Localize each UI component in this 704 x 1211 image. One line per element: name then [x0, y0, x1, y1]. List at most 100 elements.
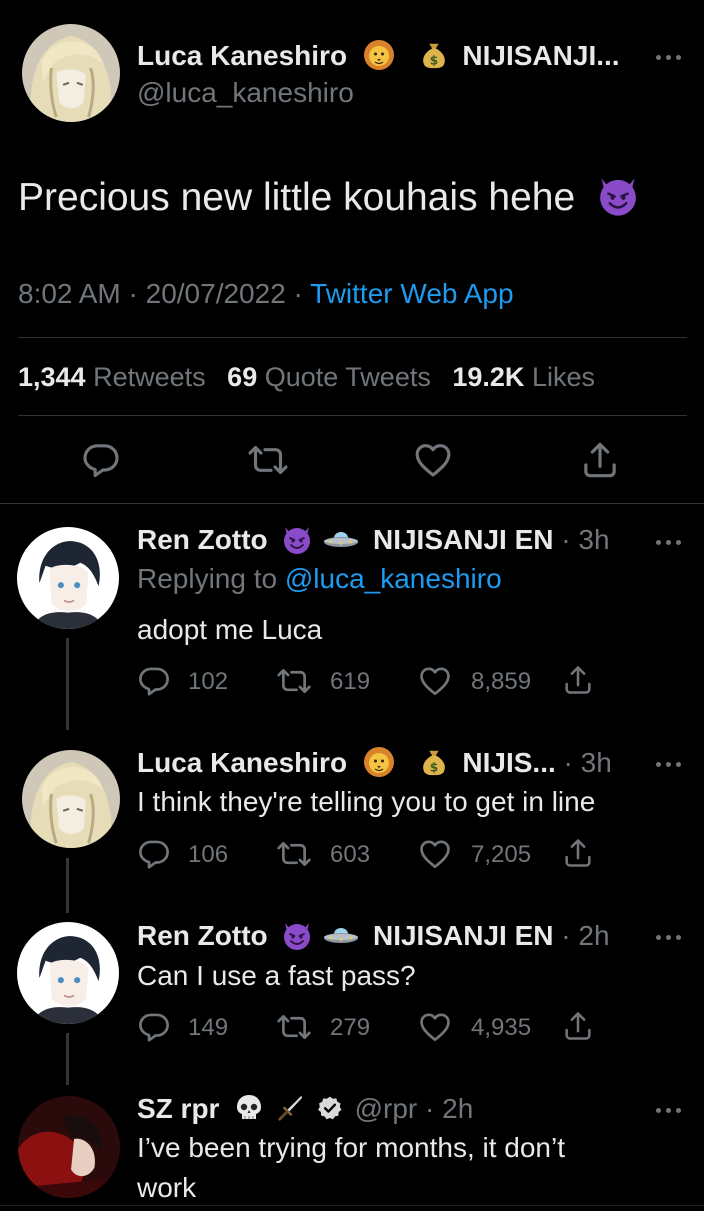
tweet-text: Precious new little kouhais hehe	[18, 176, 640, 220]
heart-icon[interactable]	[418, 664, 452, 698]
lion-emoji-icon	[363, 746, 395, 778]
heart-icon[interactable]	[418, 837, 452, 871]
author-name[interactable]: SZ rpr	[137, 1093, 219, 1124]
reply-count: 102	[188, 668, 229, 695]
lion-emoji-icon	[363, 39, 395, 71]
ren-avatar-image	[17, 922, 119, 1024]
retweets-stat[interactable]: 1,344 Retweets	[18, 362, 206, 392]
author-handle[interactable]: @rpr	[355, 1093, 418, 1124]
likes-count: 19.2K	[452, 362, 525, 392]
likes-stat[interactable]: 19.2K Likes	[452, 362, 595, 392]
tweet-stats: 1,344 Retweets 69 Quote Tweets 19.2K Lik…	[18, 362, 595, 393]
author-affiliation: NIJISANJI...	[462, 40, 620, 71]
dagger-emoji-icon	[275, 1093, 305, 1123]
author-name[interactable]: Luca Kaneshiro	[137, 40, 347, 71]
reply-icon[interactable]	[81, 440, 121, 480]
thread-line	[66, 1033, 69, 1085]
like-count: 7,205	[471, 841, 532, 868]
quotes-count: 69	[227, 362, 258, 392]
divider	[18, 337, 687, 338]
avatar[interactable]	[22, 750, 120, 848]
author-name[interactable]: Ren Zotto	[137, 920, 268, 951]
luca-avatar-image	[22, 750, 120, 848]
sz-avatar-image	[18, 1096, 120, 1198]
quotes-stat[interactable]: 69 Quote Tweets	[227, 362, 431, 392]
share-icon[interactable]	[562, 664, 594, 696]
more-icon[interactable]	[656, 932, 686, 942]
thread-line	[66, 638, 69, 730]
skull-emoji-icon	[233, 1092, 265, 1124]
author-handle[interactable]: @luca_kaneshiro	[137, 77, 354, 109]
retweet-icon[interactable]	[277, 837, 311, 871]
author-name-row[interactable]: Luca Kaneshiro NIJISANJI...	[137, 40, 620, 72]
reply-count: 149	[188, 1014, 229, 1041]
tweet-date[interactable]: 20/07/2022	[146, 278, 286, 309]
reply-time[interactable]: 2h	[578, 920, 609, 951]
retweet-icon[interactable]	[277, 664, 311, 698]
money-bag-emoji-icon	[419, 39, 449, 71]
luca-avatar-image	[22, 24, 120, 122]
tweet-text-content: Precious new little kouhais hehe	[18, 176, 576, 219]
share-icon[interactable]	[562, 1010, 594, 1042]
reply-time[interactable]: 2h	[442, 1093, 473, 1124]
reply-header: Luca Kaneshiro NIJIS... · 3h	[137, 746, 612, 778]
author-affiliation: NIJIS...	[462, 747, 556, 778]
share-icon[interactable]	[580, 440, 620, 480]
retweet-count: 619	[330, 668, 371, 695]
smiling-devil-emoji-icon	[281, 523, 313, 555]
reply-time[interactable]: 3h	[581, 747, 612, 778]
retweet-count: 603	[330, 841, 371, 868]
divider	[0, 503, 704, 504]
reply-time[interactable]: 3h	[578, 524, 609, 555]
reply-text: adopt me Luca	[137, 614, 323, 645]
divider	[0, 1205, 704, 1206]
likes-label: Likes	[531, 362, 595, 392]
author-affiliation: NIJISANJI EN	[372, 524, 554, 555]
reply-header: SZ rpr @rpr · 2h	[137, 1092, 474, 1124]
avatar[interactable]	[17, 527, 119, 629]
ufo-emoji-icon	[323, 527, 359, 551]
reply-count: 106	[188, 841, 229, 868]
replying-handle-link[interactable]: @luca_kaneshiro	[285, 563, 502, 594]
reply-icon[interactable]	[137, 1010, 171, 1044]
like-count: 8,859	[471, 668, 532, 695]
retweet-icon[interactable]	[277, 1010, 311, 1044]
like-count: 4,935	[471, 1014, 532, 1041]
replying-to: Replying to @luca_kaneshiro	[137, 563, 502, 595]
ufo-emoji-icon	[323, 923, 359, 947]
reply-header: Ren Zotto NIJISANJI EN · 2h	[137, 920, 610, 951]
more-icon[interactable]	[656, 1105, 686, 1115]
reply-header: Ren Zotto NIJISANJI EN · 3h	[137, 523, 610, 555]
reply-icon[interactable]	[137, 664, 171, 698]
author-affiliation: NIJISANJI EN	[372, 920, 554, 951]
avatar[interactable]	[18, 1096, 120, 1198]
reply-text: Can I use a fast pass?	[137, 960, 416, 991]
more-icon[interactable]	[656, 537, 686, 547]
retweet-icon[interactable]	[248, 440, 288, 480]
heart-icon[interactable]	[418, 1010, 452, 1044]
money-bag-emoji-icon	[419, 746, 449, 778]
share-icon[interactable]	[562, 837, 594, 869]
verified-badge-icon	[317, 1095, 343, 1121]
ren-avatar-image	[17, 527, 119, 629]
avatar[interactable]	[22, 24, 120, 122]
retweets-count: 1,344	[18, 362, 86, 392]
retweets-label: Retweets	[93, 362, 206, 392]
author-name[interactable]: Ren Zotto	[137, 524, 268, 555]
tweet-meta: 8:02 AM · 20/07/2022 · Twitter Web App	[18, 278, 514, 309]
tweet-time[interactable]: 8:02 AM	[18, 278, 121, 309]
reply-text: I think they're telling you to get in li…	[137, 786, 596, 817]
heart-icon[interactable]	[413, 440, 453, 480]
replying-prefix: Replying to	[137, 563, 278, 594]
reply-text-line-2: work	[137, 1172, 197, 1203]
author-name[interactable]: Luca Kaneshiro	[137, 747, 347, 778]
retweet-count: 279	[330, 1014, 371, 1041]
divider	[18, 415, 687, 416]
more-icon[interactable]	[656, 52, 686, 62]
reply-icon[interactable]	[137, 837, 171, 871]
smiling-devil-emoji-icon	[596, 173, 640, 217]
tweet-source-link[interactable]: Twitter Web App	[310, 278, 513, 309]
reply-text-line-1: I’ve been trying for months, it don’t	[137, 1132, 565, 1163]
avatar[interactable]	[17, 922, 119, 1024]
more-icon[interactable]	[656, 759, 686, 769]
